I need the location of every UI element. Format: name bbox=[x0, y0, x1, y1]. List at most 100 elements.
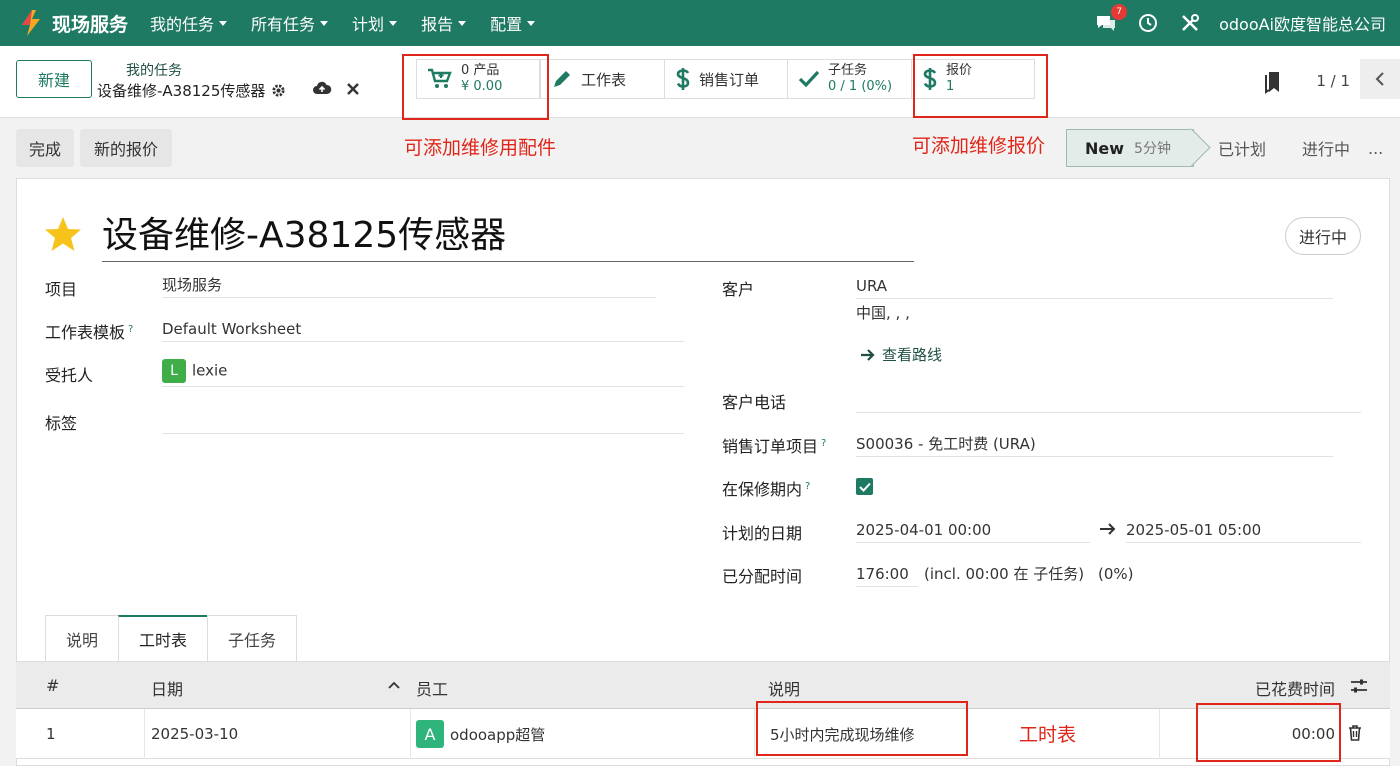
breadcrumb-current: 设备维修-A38125传感器 bbox=[97, 80, 286, 101]
tools-icon[interactable] bbox=[1179, 12, 1201, 34]
planned-date-label: 计划的日期 bbox=[722, 524, 803, 543]
caret-down-icon bbox=[389, 20, 398, 26]
tags-label: 标签 bbox=[45, 414, 78, 433]
clock-icon[interactable] bbox=[1137, 12, 1159, 34]
navbar-systray: 7 odooAi欧度智能总公司 bbox=[1075, 0, 1386, 46]
company-switcher[interactable]: odooAi欧度智能总公司 bbox=[1219, 11, 1386, 35]
stage-in-progress[interactable]: 进行中 bbox=[1284, 129, 1368, 167]
breadcrumb-parent[interactable]: 我的任务 bbox=[126, 60, 182, 80]
caret-down-icon bbox=[219, 20, 228, 26]
customer-phone-field[interactable] bbox=[856, 389, 1361, 413]
row-employee[interactable]: A odooapp超管 bbox=[416, 709, 545, 759]
new-quotation-button[interactable]: 新的报价 bbox=[80, 129, 172, 167]
kanban-state-pill[interactable]: 进行中 bbox=[1285, 217, 1361, 255]
customer-address: 中国, , , bbox=[856, 304, 910, 322]
annotation-timesheet: 工时表 bbox=[1019, 724, 1077, 746]
bookmark-icon[interactable] bbox=[1264, 70, 1282, 94]
timesheet-table-header: # 日期 员工 说明 已花费时间 bbox=[16, 661, 1390, 709]
annotation-parts: 可添加维修用配件 bbox=[404, 137, 557, 159]
menu-configuration[interactable]: 配置 bbox=[490, 11, 536, 35]
stage-more[interactable]: ... bbox=[1368, 129, 1391, 167]
annotation-box-time-spent bbox=[1196, 703, 1341, 762]
avatar: A bbox=[416, 720, 444, 748]
help-icon[interactable]: ? bbox=[805, 481, 810, 492]
app-name[interactable]: 现场服务 bbox=[52, 10, 128, 37]
arrow-right-icon bbox=[1100, 523, 1116, 535]
assignee-field[interactable]: Llexie bbox=[162, 359, 684, 387]
worksheet-template-field[interactable]: Default Worksheet bbox=[162, 318, 684, 342]
help-icon[interactable]: ? bbox=[128, 324, 133, 335]
allocated-hours-note: (incl. 00:00 在 子任务) bbox=[924, 565, 1085, 583]
stage-new[interactable]: New 5分钟 bbox=[1066, 129, 1194, 167]
arrow-right-icon bbox=[861, 348, 875, 361]
column-description[interactable]: 说明 bbox=[768, 676, 800, 700]
menu-my-tasks[interactable]: 我的任务 bbox=[150, 11, 228, 35]
top-navbar: 现场服务 我的任务 所有任务 计划 报告 配置 7 odooAi欧度智能总公司 bbox=[0, 0, 1400, 46]
app-logo-icon[interactable] bbox=[16, 8, 46, 38]
notebook-tabs: 说明 工时表 子任务 bbox=[45, 615, 298, 661]
check-icon bbox=[858, 482, 871, 492]
allocated-hours-field[interactable]: 176:00 bbox=[856, 563, 918, 587]
gear-icon[interactable] bbox=[271, 83, 286, 98]
sort-up-icon[interactable] bbox=[388, 680, 400, 690]
menu-reporting[interactable]: 报告 bbox=[421, 11, 467, 35]
caret-down-icon bbox=[458, 20, 467, 26]
menu-all-tasks[interactable]: 所有任务 bbox=[251, 11, 329, 35]
worksheet-smart-button[interactable]: 工作表 bbox=[540, 59, 665, 99]
project-label: 项目 bbox=[45, 280, 78, 299]
avatar: L bbox=[162, 359, 186, 383]
caret-down-icon bbox=[320, 20, 329, 26]
tab-timesheets[interactable]: 工时表 bbox=[118, 615, 209, 661]
customer-field[interactable]: URA bbox=[856, 275, 1333, 299]
row-number: 1 bbox=[46, 725, 56, 743]
chevron-left-icon bbox=[1375, 72, 1384, 86]
close-icon[interactable] bbox=[346, 80, 360, 96]
column-date[interactable]: 日期 bbox=[151, 676, 183, 700]
customer-phone-label: 客户电话 bbox=[722, 393, 787, 412]
view-route-link[interactable]: 查看路线 bbox=[860, 344, 942, 365]
warranty-checkbox[interactable] bbox=[856, 478, 873, 495]
column-number: # bbox=[46, 676, 60, 695]
sales-order-smart-button[interactable]: 销售订单 bbox=[664, 59, 788, 99]
row-date[interactable]: 2025-03-10 bbox=[151, 709, 238, 759]
done-button[interactable]: 完成 bbox=[16, 129, 74, 167]
allocated-hours-percent: (0%) bbox=[1098, 565, 1134, 583]
optional-columns-icon[interactable] bbox=[1350, 678, 1368, 694]
column-employee[interactable]: 员工 bbox=[416, 676, 448, 700]
task-title[interactable]: 设备维修-A38125传感器 bbox=[102, 210, 914, 262]
allocated-hours-label: 已分配时间 bbox=[722, 567, 803, 586]
pager-previous-button[interactable] bbox=[1360, 59, 1400, 99]
planned-start-field[interactable]: 2025-04-01 00:00 bbox=[856, 519, 1090, 543]
cloud-save-icon[interactable] bbox=[312, 80, 332, 96]
planned-end-field[interactable]: 2025-05-01 05:00 bbox=[1126, 519, 1361, 543]
so-item-field[interactable]: S00036 - 免工时费 (URA) bbox=[856, 433, 1333, 457]
star-icon[interactable] bbox=[44, 216, 82, 252]
tab-subtasks[interactable]: 子任务 bbox=[207, 615, 298, 661]
worksheet-template-label: 工作表模板? bbox=[45, 323, 134, 342]
caret-down-icon bbox=[527, 20, 536, 26]
new-button[interactable]: 新建 bbox=[16, 60, 92, 98]
table-row[interactable]: 1 2025-03-10 A odooapp超管 5小时内完成现场维修 00:0… bbox=[16, 709, 1390, 759]
tags-field[interactable] bbox=[162, 410, 684, 434]
so-item-label: 销售订单项目? bbox=[722, 437, 827, 456]
customer-label: 客户 bbox=[722, 280, 755, 299]
column-time-spent[interactable]: 已花费时间 bbox=[1255, 676, 1335, 700]
chat-badge: 7 bbox=[1111, 4, 1128, 20]
dollar-icon bbox=[676, 68, 690, 90]
stage-statusbar: New 5分钟 已计划 进行中 ... bbox=[1066, 129, 1391, 167]
control-panel: 新建 我的任务 设备维修-A38125传感器 0 产品 ¥ 0.00 工作表 销售… bbox=[0, 46, 1400, 118]
pager-value[interactable]: 1 / 1 bbox=[1316, 72, 1350, 90]
assignee-label: 受托人 bbox=[45, 366, 94, 385]
check-icon bbox=[798, 70, 820, 88]
warranty-label: 在保修期内? bbox=[722, 480, 811, 499]
project-field[interactable]: 现场服务 bbox=[162, 274, 656, 298]
tab-description[interactable]: 说明 bbox=[45, 615, 120, 661]
annotation-box-description bbox=[756, 701, 968, 756]
trash-icon[interactable] bbox=[1348, 725, 1362, 741]
chat-icon[interactable]: 7 bbox=[1095, 4, 1128, 34]
help-icon[interactable]: ? bbox=[821, 438, 826, 449]
menu-planning[interactable]: 计划 bbox=[352, 11, 398, 35]
pencil-icon bbox=[554, 71, 570, 87]
subtasks-smart-button[interactable]: 子任务 0 / 1 (0%) bbox=[787, 59, 912, 99]
annotation-box-quotation bbox=[913, 54, 1048, 118]
